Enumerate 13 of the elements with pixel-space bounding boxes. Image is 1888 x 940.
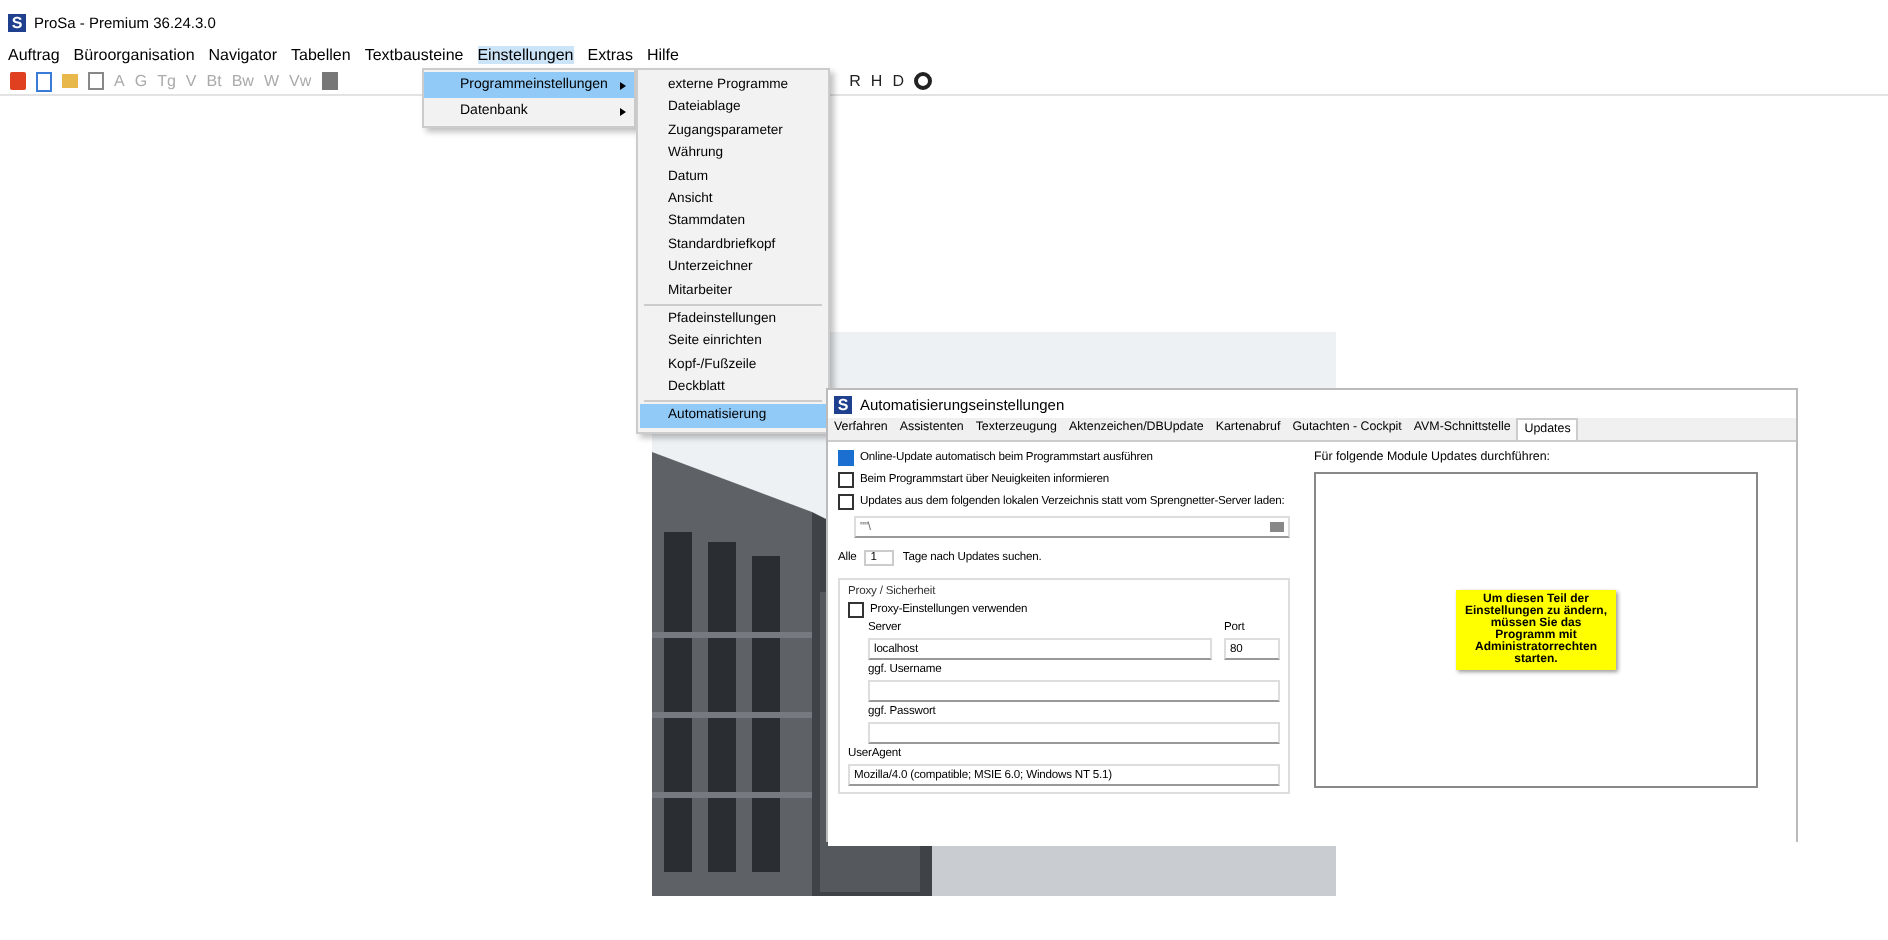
menu-item[interactable]: Einstellungen	[477, 46, 574, 64]
menu-item[interactable]: Navigator	[208, 46, 278, 64]
menu-item[interactable]: Auftrag	[8, 46, 60, 64]
app-logo: S	[834, 395, 852, 413]
menu-item[interactable]: Tabellen	[291, 46, 351, 64]
toolbar-button[interactable]: D	[892, 72, 904, 90]
menu-item[interactable]: Büroorganisation	[73, 46, 195, 64]
app-logo: S	[8, 13, 26, 31]
menu-item[interactable]: Textbausteine	[364, 46, 464, 64]
toolbar-button[interactable]: R	[849, 72, 861, 90]
toolbar-button[interactable]: H	[870, 72, 883, 90]
menu-item[interactable]: Extras	[587, 46, 633, 64]
menu-item[interactable]: Hilfe	[646, 46, 679, 64]
